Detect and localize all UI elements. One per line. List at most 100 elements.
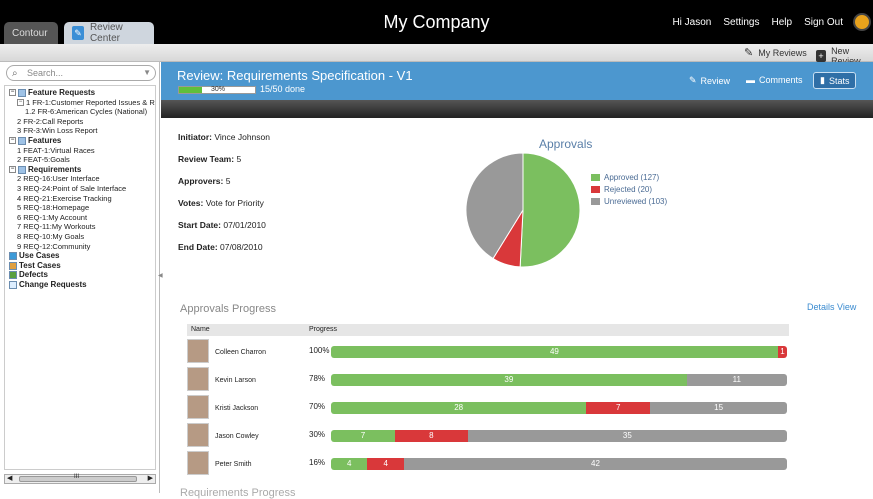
tree-item[interactable]: − Requirements (5, 165, 155, 175)
collapse-toggle-icon[interactable]: − (9, 89, 16, 97)
initiator-value: Vince Johnson (214, 132, 270, 142)
sub-toolbar: ✎ My Reviews + New Review (0, 44, 873, 66)
start-date-value: 07/01/2010 (223, 220, 266, 230)
legend-swatch (591, 173, 600, 181)
main-panel: Review: Requirements Specification - V1 … (161, 62, 873, 499)
collapse-toggle-icon[interactable]: − (9, 166, 16, 174)
approved-segment: 39 (331, 374, 687, 386)
bar-chart-icon: ▮ (820, 75, 825, 85)
tree-item-label: 1 FEAT-1:Virtual Races (17, 145, 95, 155)
approved-segment: 28 (331, 402, 587, 414)
review-button[interactable]: ✎ Review (689, 75, 730, 86)
comments-button-label: Comments (759, 75, 803, 85)
tree-item-label: 6 REQ-1:My Account (17, 212, 88, 222)
approvers-row: Approvers: 5 (178, 176, 270, 198)
approvals-legend: Approved (127) Rejected (20) Unreviewed (1… (591, 171, 667, 207)
stats-button-label: Stats (828, 75, 850, 86)
tree-item[interactable]: 4 REQ-21:Exercise Tracking (5, 194, 155, 204)
scroll-right-arrow-icon[interactable]: ▶ (148, 474, 153, 482)
tree-item-label: Feature Requests (28, 88, 96, 97)
scrollbar-thumb[interactable]: III (19, 474, 137, 482)
end-date-label: End Date: (178, 242, 218, 252)
collapse-toggle-icon[interactable]: − (17, 99, 24, 107)
stats-button[interactable]: ▮ Stats (813, 72, 857, 89)
scrollbar-grip: III (74, 474, 80, 480)
tree-item[interactable]: Test Cases (5, 261, 155, 271)
settings-link[interactable]: Settings (723, 17, 759, 28)
tree-item-label: Use Cases (19, 251, 60, 261)
tree-item[interactable]: 5 REQ-18:Homepage (5, 203, 155, 213)
tree-item[interactable]: 3 REQ-24:Point of Sale Interface (5, 184, 155, 194)
tree-item-label: Features (28, 135, 62, 145)
review-progress-text: 15/50 done (260, 84, 306, 94)
sign-out-link[interactable]: Sign Out (804, 17, 843, 28)
reviewer-progress-bar: 39 11 (331, 374, 787, 386)
test-cases-icon (9, 261, 17, 270)
details-view-link[interactable]: Details View (807, 302, 856, 312)
legend-label: Rejected (20) (604, 184, 653, 194)
plus-icon: + (816, 50, 827, 62)
table-row: Jason Cowley 30% 7 8 35 (187, 420, 789, 448)
tree-item[interactable]: 6 REQ-1:My Account (5, 213, 155, 223)
tree-item[interactable]: Use Cases (5, 251, 155, 261)
comments-button[interactable]: ▬ Comments (746, 75, 803, 85)
help-link[interactable]: Help (772, 17, 793, 28)
top-links: Hi Jason Settings Help Sign Out (672, 17, 843, 28)
artifact-tree: − Feature Requests −1 FR-1:Customer Report… (4, 85, 156, 470)
approved-segment: 49 (331, 346, 778, 358)
pencil-icon: ✎ (744, 47, 754, 59)
unreviewed-segment: 35 (467, 430, 787, 442)
table-row: Kristi Jackson 70% 28 7 15 (187, 392, 789, 420)
tree-item-label: 1.2 FR-6:American Cycles (National) (25, 107, 148, 117)
tree-item[interactable]: 9 REQ-12:Community (5, 242, 155, 252)
avatar (187, 395, 209, 419)
scroll-left-arrow-icon[interactable]: ◀ (7, 474, 12, 482)
tree-item[interactable]: 1.2 FR-6:American Cycles (National) (5, 107, 155, 117)
tree-item[interactable]: 7 REQ-11:My Workouts (5, 222, 155, 232)
reviewer-name: Jason Cowley (215, 433, 259, 440)
tree-item[interactable]: 1 FEAT-1:Virtual Races (5, 146, 155, 156)
tree-item[interactable]: 2 FR-2:Call Reports (5, 117, 155, 127)
tree-item[interactable]: −1 FR-1:Customer Reported Issues & Reque… (5, 98, 155, 108)
review-header: Review: Requirements Specification - V1 … (161, 62, 873, 100)
avatar (187, 339, 209, 363)
review-button-label: Review (700, 75, 731, 86)
tree-item[interactable]: − Feature Requests (5, 88, 155, 98)
tree-item-label: Requirements (28, 164, 82, 174)
chevron-down-icon[interactable]: ▼ (143, 66, 151, 80)
approvals-progress-title: Approvals Progress (180, 303, 276, 315)
reviewer-percent: 78% (309, 374, 326, 383)
review-progress-bar: 30% (178, 86, 256, 94)
tree-item[interactable]: 2 REQ-16:User Interface (5, 174, 155, 184)
votes-row: Votes: Vote for Priority (178, 198, 270, 220)
reviewer-progress-bar: 7 8 35 (331, 430, 787, 442)
search-input[interactable]: ⌕ Search... ▼ (6, 65, 156, 81)
tree-item-label: 3 REQ-24:Point of Sale Interface (17, 183, 127, 193)
tree-item[interactable]: 3 FR-3:Win Loss Report (5, 126, 155, 136)
approvals-pie-chart (465, 152, 581, 268)
table-row: Peter Smith 16% 4 4 42 (187, 448, 789, 476)
progress-rows: Colleen Charron 100% 49 1 Kevin Larson 78% 39 1… (187, 336, 789, 476)
horizontal-scrollbar[interactable]: ◀ III ▶ (4, 474, 156, 484)
top-bar: Contour ✎ Review Center My Company Hi Jas… (0, 0, 873, 44)
tree-item[interactable]: 2 FEAT-5:Goals (5, 155, 155, 165)
requirements-progress-title: Requirements Progress (180, 487, 296, 499)
approvers-value: 5 (225, 176, 231, 186)
tree-item-label: 9 REQ-12:Community (17, 241, 91, 251)
approvals-progress-table: Name Progress Colleen Charron 100% 49 1 Kevi… (187, 324, 789, 476)
start-date-row: Start Date: 07/01/2010 (178, 220, 270, 242)
rejected-segment: 7 (586, 402, 651, 414)
approved-segment: 7 (331, 430, 395, 442)
unreviewed-segment: 11 (686, 374, 787, 386)
rejected-segment: 1 (777, 346, 787, 358)
tree-item[interactable]: Defects (5, 270, 155, 280)
tree-item[interactable]: Change Requests (5, 280, 155, 290)
reviewer-percent: 70% (309, 402, 326, 411)
my-reviews-button[interactable]: ✎ My Reviews (744, 46, 807, 59)
tree-item[interactable]: − Features (5, 136, 155, 146)
user-avatar[interactable] (853, 13, 871, 31)
collapse-toggle-icon[interactable]: − (9, 137, 16, 145)
header-divider (161, 100, 873, 118)
tree-item-label: 2 REQ-16:User Interface (17, 174, 100, 184)
tree-item[interactable]: 8 REQ-10:My Goals (5, 232, 155, 242)
